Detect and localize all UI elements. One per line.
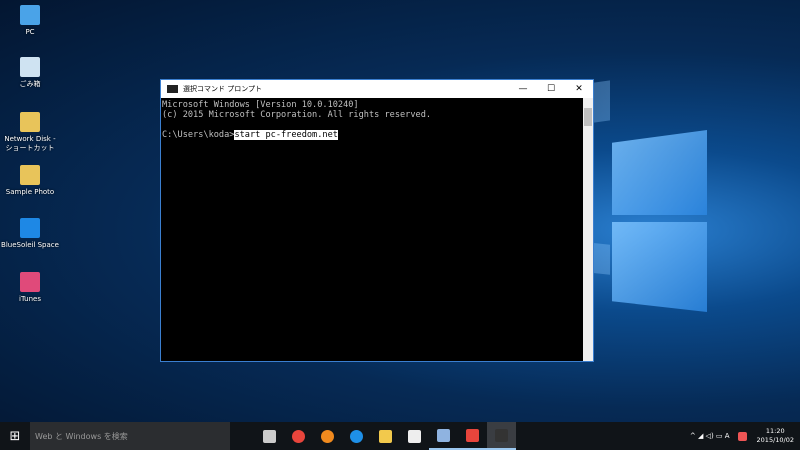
taskbar-task-view-button[interactable]: [255, 422, 284, 450]
taskbar-firefox-button[interactable]: [313, 422, 342, 450]
desktop-icon-label: ごみ箱: [19, 80, 41, 88]
tray-icons[interactable]: ^ ◢ ◁) ▭ A: [690, 432, 730, 440]
time: 11:20: [765, 427, 785, 435]
desktop-icon-label: PC: [25, 28, 35, 36]
desktop-icon-image: [20, 112, 40, 132]
system-tray: ^ ◢ ◁) ▭ A 11:20 2015/10/02: [690, 422, 800, 450]
console-line: (c) 2015 Microsoft Corporation. All righ…: [162, 110, 432, 120]
desktop-icon[interactable]: Network Disk - ショートカット: [0, 112, 60, 153]
desktop-icon-image: [20, 5, 40, 25]
scrollbar[interactable]: [583, 98, 593, 361]
chrome-icon: [292, 429, 305, 443]
taskbar-command-prompt-button[interactable]: [487, 422, 516, 450]
date: 2015/10/02: [756, 436, 794, 444]
desktop-icon[interactable]: BlueSoleil Space: [0, 218, 60, 250]
clock[interactable]: 11:20 2015/10/02: [751, 427, 800, 445]
prompt: C:\Users\koda>: [162, 130, 235, 140]
desktop-icon[interactable]: Sample Photo: [0, 165, 60, 197]
desktop-icon-label: Sample Photo: [5, 188, 55, 196]
taskbar-store-button[interactable]: [400, 422, 429, 450]
window-title: 選択コマンド プロンプト: [183, 85, 263, 93]
taskbar-chrome-app-button[interactable]: [458, 422, 487, 450]
console-output[interactable]: Microsoft Windows [Version 10.0.10240] (c…: [161, 98, 593, 140]
desktop-icon[interactable]: ごみ箱: [0, 57, 60, 89]
desktop-icon-label: Network Disk - ショートカット: [4, 135, 56, 152]
start-button[interactable]: ⊞: [0, 422, 30, 450]
command-prompt-window[interactable]: 選択コマンド プロンプト — ☐ ✕ Microsoft Windows [Ve…: [160, 79, 594, 362]
desktop-icon[interactable]: iTunes: [0, 272, 60, 304]
command-prompt-icon: [495, 428, 508, 442]
firefox-icon: [321, 429, 334, 443]
task-view-icon: [263, 429, 276, 443]
maximize-button[interactable]: ☐: [537, 84, 565, 94]
selected-command[interactable]: start pc-freedom.net: [234, 130, 338, 140]
close-button[interactable]: ✕: [565, 84, 593, 94]
desktop-icon-label: iTunes: [19, 295, 41, 303]
taskbar: ⊞ Web と Windows を検索 ^ ◢ ◁) ▭ A 11:20 2015…: [0, 422, 800, 450]
desktop-icon-label: BlueSoleil Space: [1, 241, 59, 249]
desktop-icon-image: [20, 272, 40, 292]
desktop-icon-image: [20, 165, 40, 185]
search-box[interactable]: Web と Windows を検索: [30, 422, 230, 450]
paint-app-icon: [437, 428, 450, 442]
notification-icon[interactable]: [737, 431, 747, 441]
taskbar-chrome-button[interactable]: [284, 422, 313, 450]
file-explorer-icon: [379, 429, 392, 443]
desktop-icon-image: [20, 57, 40, 77]
taskbar-paint-app-button[interactable]: [429, 422, 458, 450]
console-line: Microsoft Windows [Version 10.0.10240]: [162, 100, 359, 110]
title-bar[interactable]: 選択コマンド プロンプト — ☐ ✕: [161, 80, 593, 98]
chrome-app-icon: [466, 428, 479, 442]
scrollbar-thumb[interactable]: [584, 108, 592, 126]
edge-icon: [350, 429, 363, 443]
cmd-icon: [167, 85, 178, 93]
minimize-button[interactable]: —: [509, 84, 537, 94]
desktop-icon[interactable]: PC: [0, 5, 60, 37]
store-icon: [408, 429, 421, 443]
taskbar-file-explorer-button[interactable]: [371, 422, 400, 450]
taskbar-edge-button[interactable]: [342, 422, 371, 450]
desktop-icon-image: [20, 218, 40, 238]
